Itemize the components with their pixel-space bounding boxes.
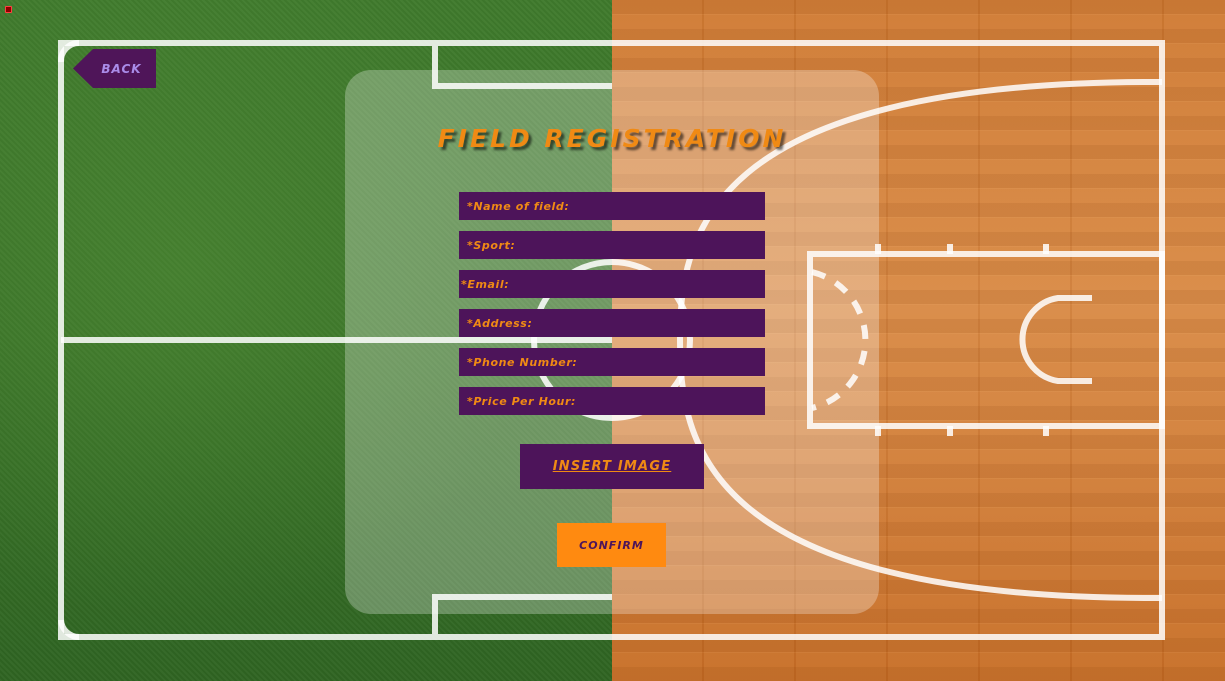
back-button-label: BACK	[101, 61, 142, 76]
confirm-button[interactable]: CONFIRM	[557, 523, 666, 567]
window-indicator-icon	[5, 6, 12, 13]
address-input[interactable]	[459, 309, 765, 337]
email-input[interactable]	[459, 270, 765, 298]
phone-number-input[interactable]	[459, 348, 765, 376]
page-title: FIELD REGISTRATION	[437, 124, 787, 153]
field-name-input[interactable]	[459, 192, 765, 220]
confirm-label: CONFIRM	[579, 538, 644, 552]
insert-image-label: INSERT IMAGE	[552, 459, 672, 474]
sport-input[interactable]	[459, 231, 765, 259]
price-per-hour-input[interactable]	[459, 387, 765, 415]
insert-image-button[interactable]: INSERT IMAGE	[520, 444, 704, 489]
